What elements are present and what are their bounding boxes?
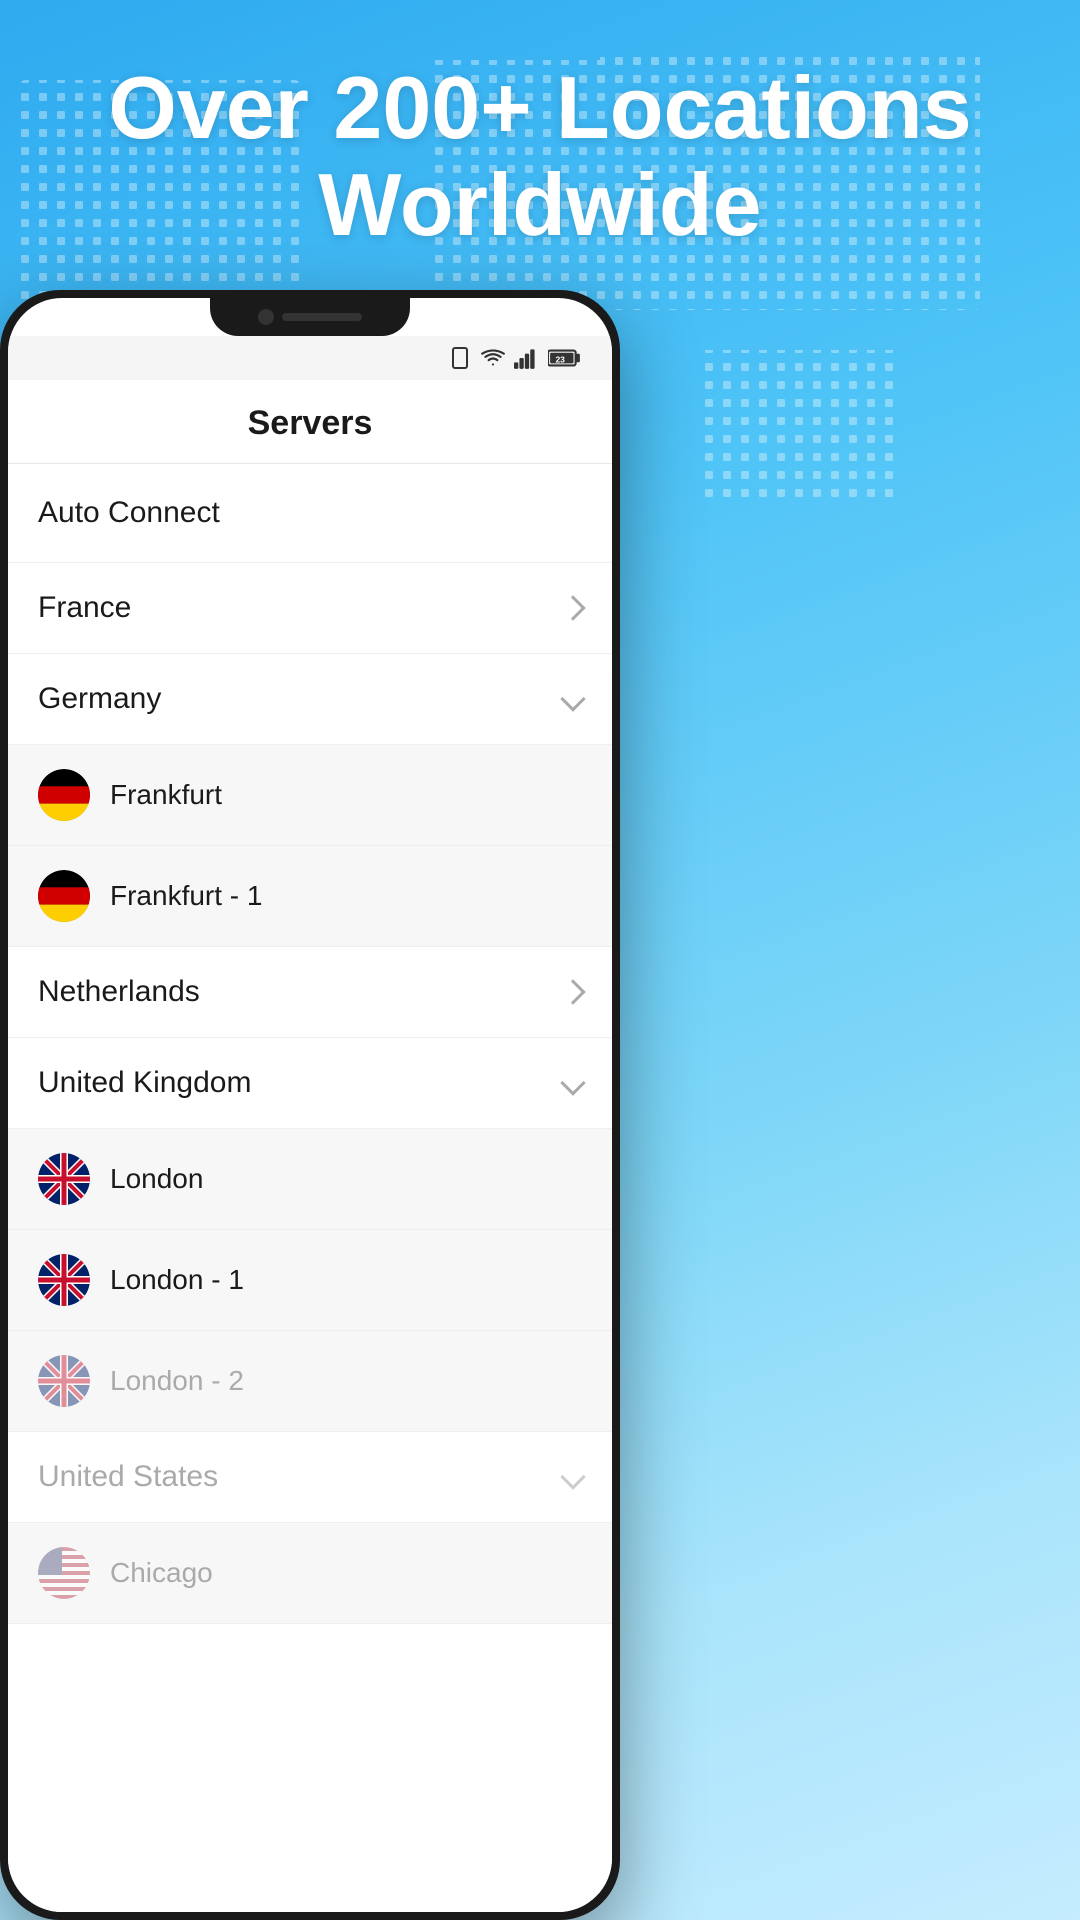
city-name-frankfurt: Frankfurt <box>110 779 222 811</box>
status-bar: 23 <box>8 336 612 380</box>
phone-mockup: 23 Servers Auto Connect France <box>0 290 620 1920</box>
wifi-icon <box>480 348 506 368</box>
city-row-london[interactable]: London <box>8 1129 612 1230</box>
country-name-germany: Germany <box>38 682 161 716</box>
chevron-down-icon-germany <box>560 686 585 711</box>
notch-camera <box>258 309 274 325</box>
auto-connect-label: Auto Connect <box>38 496 220 530</box>
chevron-down-icon-us <box>560 1464 585 1489</box>
flag-gb-london-1 <box>38 1254 90 1306</box>
country-row-netherlands[interactable]: Netherlands <box>8 947 612 1038</box>
country-row-us[interactable]: United States <box>8 1432 612 1523</box>
server-list[interactable]: Auto Connect France Germany <box>8 464 612 1912</box>
svg-text:23: 23 <box>555 354 565 364</box>
country-row-germany[interactable]: Germany <box>8 654 612 745</box>
country-name-us: United States <box>38 1460 218 1494</box>
city-name-london-1: London - 1 <box>110 1264 244 1296</box>
city-row-london-1[interactable]: London - 1 <box>8 1230 612 1331</box>
phone-inner: 23 Servers Auto Connect France <box>8 298 612 1912</box>
flag-us-chicago <box>38 1547 90 1599</box>
phone-notch <box>210 298 410 336</box>
country-name-netherlands: Netherlands <box>38 975 200 1009</box>
notch-speaker <box>282 313 362 321</box>
nav-bar: Servers <box>8 380 612 464</box>
chevron-down-icon-uk <box>560 1070 585 1095</box>
nav-title: Servers <box>248 404 373 442</box>
city-row-frankfurt-1[interactable]: Frankfurt - 1 <box>8 846 612 947</box>
header-section: Over 200+ Locations Worldwide <box>0 0 1080 294</box>
flag-gb-london-2 <box>38 1355 90 1407</box>
status-icons: 23 <box>448 346 582 370</box>
signal-icon <box>514 347 540 369</box>
city-row-london-2[interactable]: London - 2 <box>8 1331 612 1432</box>
screen-content: Servers Auto Connect France Germany <box>8 380 612 1912</box>
auto-connect-row[interactable]: Auto Connect <box>8 464 612 563</box>
chevron-right-icon-netherlands <box>560 979 585 1004</box>
city-name-chicago: Chicago <box>110 1557 213 1589</box>
city-row-frankfurt[interactable]: Frankfurt <box>8 745 612 846</box>
battery-icon: 23 <box>548 347 582 369</box>
flag-de-frankfurt-1 <box>38 870 90 922</box>
flag-gb-london <box>38 1153 90 1205</box>
city-name-london-2: London - 2 <box>110 1365 244 1397</box>
phone-icon <box>448 346 472 370</box>
city-row-chicago[interactable]: Chicago <box>8 1523 612 1624</box>
city-name-london: London <box>110 1163 203 1195</box>
header-title: Over 200+ Locations Worldwide <box>40 60 1040 254</box>
country-name-uk: United Kingdom <box>38 1066 251 1100</box>
chevron-right-icon-france <box>560 595 585 620</box>
country-name-france: France <box>38 591 131 625</box>
city-name-frankfurt-1: Frankfurt - 1 <box>110 880 262 912</box>
country-row-uk[interactable]: United Kingdom <box>8 1038 612 1129</box>
country-row-france[interactable]: France <box>8 563 612 654</box>
flag-de-frankfurt <box>38 769 90 821</box>
